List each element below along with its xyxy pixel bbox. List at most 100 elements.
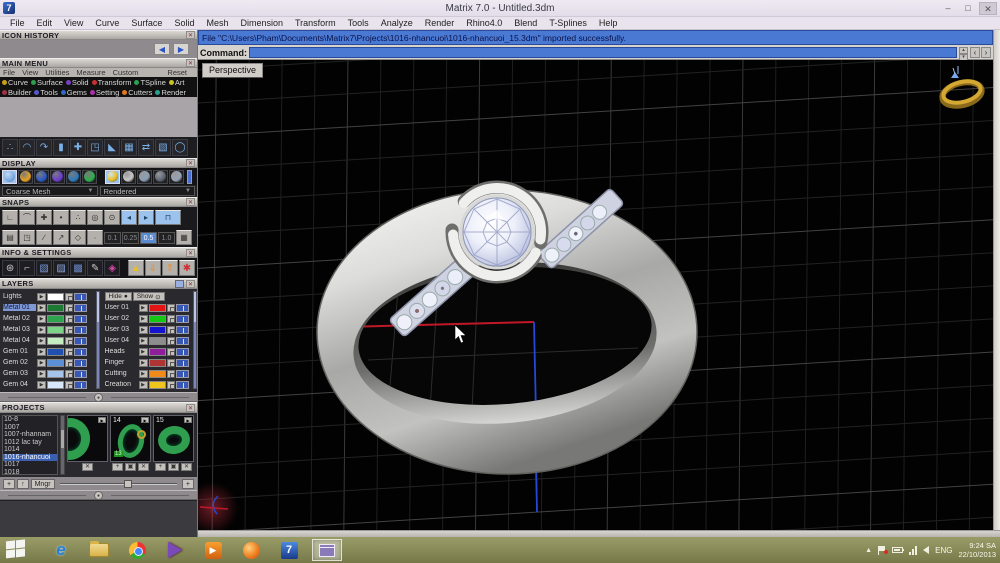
active-window-icon[interactable] xyxy=(312,539,342,561)
move-up-button[interactable]: ↑ xyxy=(17,479,29,489)
show-button[interactable]: Show⊙ xyxy=(133,292,165,301)
expand-arrow-icon[interactable]: ▶ xyxy=(37,293,46,301)
minimize-button[interactable]: – xyxy=(939,2,957,15)
layer-visibility-toggle[interactable] xyxy=(176,370,189,378)
hide-button[interactable]: Hide● xyxy=(105,292,132,301)
projects-header[interactable]: PROJECTS ✕ xyxy=(0,402,197,413)
menubar-item-mesh[interactable]: Mesh xyxy=(200,18,234,28)
lock-icon[interactable] xyxy=(167,304,175,312)
layer-color-swatch[interactable] xyxy=(149,337,166,345)
main-menu-tab-tspline[interactable]: TSpline xyxy=(134,78,165,87)
flip-icon[interactable]: ⇄ xyxy=(138,139,154,156)
layer-color-swatch[interactable] xyxy=(47,381,64,389)
shaded-mode-icon[interactable] xyxy=(34,170,49,184)
layer-color-swatch[interactable] xyxy=(149,315,166,323)
layers-scrollbar-right[interactable] xyxy=(193,291,197,389)
layers-scrollbar-left[interactable] xyxy=(96,291,100,389)
history-next-icon[interactable]: › xyxy=(981,47,991,58)
layer-name[interactable]: Gem 04 xyxy=(3,381,36,388)
gem-info-icon[interactable]: ◈ xyxy=(104,260,120,276)
layer-visibility-toggle[interactable] xyxy=(176,326,189,334)
scroll-up-icon[interactable]: ▴ xyxy=(959,47,968,54)
battery-icon[interactable] xyxy=(892,547,903,553)
close-icon[interactable]: ✕ xyxy=(82,463,93,471)
layer-visibility-toggle[interactable] xyxy=(74,293,87,301)
mid-snap-icon[interactable]: • xyxy=(53,210,69,225)
main-menu-tab-setting[interactable]: Setting xyxy=(90,88,119,97)
matrix-taskbar-icon[interactable]: 7 xyxy=(274,539,304,561)
box-display-icon[interactable]: ▧ xyxy=(36,260,52,276)
language-indicator[interactable]: ENG xyxy=(935,546,952,555)
record-icon[interactable]: ∙ xyxy=(87,230,103,245)
expand-arrow-icon[interactable]: ▶ xyxy=(139,348,148,356)
start-button[interactable] xyxy=(6,539,32,562)
steel-material-icon[interactable] xyxy=(137,170,152,184)
project-thumbnail[interactable]: 15▶ xyxy=(153,415,194,462)
project-item[interactable]: 1018 xyxy=(3,469,57,476)
edit-box-icon[interactable]: ▧ xyxy=(155,139,171,156)
layer-name[interactable]: Finger xyxy=(105,359,138,366)
layer-color-swatch[interactable] xyxy=(47,326,64,334)
info-settings-header[interactable]: INFO & SETTINGS ✕ xyxy=(0,247,197,258)
box-solid-icon[interactable]: ▨ xyxy=(53,260,69,276)
history-back-icon[interactable]: ◀ xyxy=(154,43,170,55)
collapse-knob-icon[interactable]: ● xyxy=(94,491,103,500)
curve-edit-icon[interactable]: ↷ xyxy=(36,139,52,156)
notes-icon[interactable]: ✎ xyxy=(87,260,103,276)
layer-color-swatch[interactable] xyxy=(149,348,166,356)
snaps-header[interactable]: SNAPS ✕ xyxy=(0,197,197,207)
close-icon[interactable]: ✕ xyxy=(186,31,195,39)
sweep-surface-icon[interactable]: ◳ xyxy=(87,139,103,156)
save-icon[interactable]: ▣ xyxy=(168,463,179,471)
planar-snap-icon[interactable]: ◳ xyxy=(19,230,35,245)
add-project-button[interactable]: + xyxy=(3,479,15,489)
layer-color-swatch[interactable] xyxy=(149,381,166,389)
view-compass-icon[interactable] xyxy=(940,66,984,110)
layer-visibility-toggle[interactable] xyxy=(74,348,87,356)
menubar-item-edit[interactable]: Edit xyxy=(31,18,59,28)
near-snap-icon[interactable]: ⌒ xyxy=(19,210,35,225)
layer-visibility-toggle[interactable] xyxy=(176,337,189,345)
chrome-icon[interactable] xyxy=(122,539,152,561)
lock-icon[interactable] xyxy=(167,348,175,356)
project-item[interactable]: 1014 xyxy=(3,446,57,454)
viewport-3d[interactable]: Perspective xyxy=(198,60,993,530)
layer-color-swatch[interactable] xyxy=(47,370,64,378)
lock-icon[interactable] xyxy=(65,337,73,345)
lock-icon[interactable] xyxy=(65,304,73,312)
mirror-box-icon[interactable]: ▦ xyxy=(121,139,137,156)
grid-snap-icon[interactable]: ▦ xyxy=(176,230,192,245)
layers-header[interactable]: LAYERS ✕ xyxy=(0,278,197,289)
main-menu-tab-art[interactable]: Art xyxy=(169,78,185,87)
extrude-icon[interactable]: ▮ xyxy=(53,139,69,156)
layer-color-swatch[interactable] xyxy=(149,326,166,334)
gem-snap-icon[interactable]: ◇ xyxy=(70,230,86,245)
close-icon[interactable]: ✕ xyxy=(138,463,149,471)
main-menu-tab-transform[interactable]: Transform xyxy=(92,78,132,87)
thumbnail-size-slider[interactable] xyxy=(60,480,177,488)
lock-icon[interactable] xyxy=(65,359,73,367)
layer-name[interactable]: Metal 03 xyxy=(3,326,36,333)
history-prev-icon[interactable]: ‹ xyxy=(970,47,980,58)
lock-icon[interactable] xyxy=(65,381,73,389)
layer-visibility-toggle[interactable] xyxy=(176,348,189,356)
ie-icon[interactable]: e xyxy=(46,539,76,561)
icon-history-header[interactable]: ICON HISTORY ✕ xyxy=(0,30,197,40)
alert-icon[interactable]: ▲ xyxy=(128,260,144,276)
options-gear-icon[interactable]: ⊛ xyxy=(2,260,18,276)
close-icon[interactable]: ✕ xyxy=(186,249,195,257)
main-menu-header[interactable]: MAIN MENU ✕ xyxy=(0,58,197,68)
gold-material-icon[interactable] xyxy=(105,170,120,184)
expand-arrow-icon[interactable]: ▶ xyxy=(37,326,46,334)
menubar-item-t-splines[interactable]: T-Splines xyxy=(543,18,593,28)
layer-visibility-toggle[interactable] xyxy=(176,315,189,323)
snap-left-toggle[interactable]: ◂ xyxy=(121,210,137,225)
expand-arrow-icon[interactable]: ▶ xyxy=(139,381,148,389)
main-menu-tab-tools[interactable]: Tools xyxy=(34,88,58,97)
layer-name[interactable]: Creation xyxy=(105,381,138,388)
layer-name[interactable]: User 03 xyxy=(105,326,138,333)
expand-arrow-icon[interactable]: ▶ xyxy=(37,359,46,367)
project-item[interactable]: 1007 xyxy=(3,424,57,432)
explorer-icon[interactable] xyxy=(84,539,114,561)
layer-name[interactable]: Metal 01 xyxy=(3,304,36,311)
